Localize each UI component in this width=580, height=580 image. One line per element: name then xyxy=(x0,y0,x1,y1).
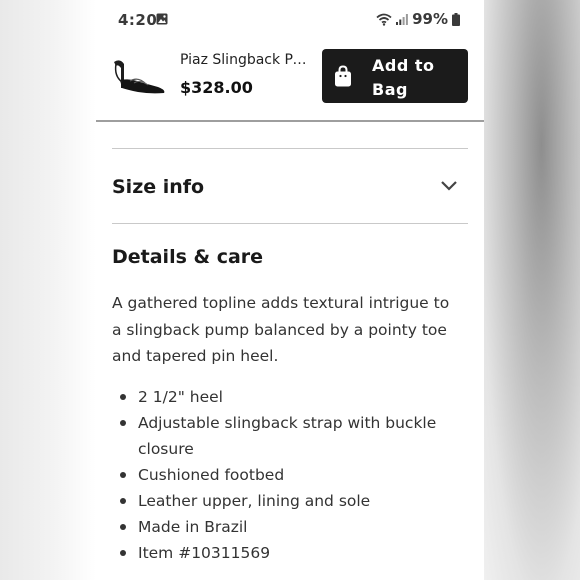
list-item: Leather upper, lining and sole xyxy=(120,488,458,514)
image-icon xyxy=(156,13,168,25)
details-care-heading: Details & care xyxy=(112,246,264,268)
divider xyxy=(112,223,468,224)
wifi-icon xyxy=(376,13,392,26)
product-name: Piaz Slingback Poi... xyxy=(180,52,310,68)
sticky-product-header: Piaz Slingback Poi... $328.00 Add to Bag xyxy=(96,40,484,122)
list-item: Adjustable slingback strap with buckle c… xyxy=(120,410,458,462)
details-description: A gathered topline adds textural intrigu… xyxy=(112,294,450,365)
battery-icon xyxy=(452,12,460,26)
signal-icon xyxy=(396,14,408,25)
list-item: Made in Brazil xyxy=(120,514,458,540)
product-price: $328.00 xyxy=(180,78,253,97)
background-left xyxy=(0,0,96,580)
background-right xyxy=(484,0,580,580)
battery-percent: 99% xyxy=(412,10,448,28)
list-item: Cushioned footbed xyxy=(120,462,458,488)
details-bullet-list: 2 1/2" heel Adjustable slingback strap w… xyxy=(120,384,458,566)
list-item: 2 1/2" heel xyxy=(120,384,458,410)
status-time: 4:20 xyxy=(118,11,158,29)
divider xyxy=(112,148,468,149)
shopping-bag-icon xyxy=(335,65,351,87)
add-to-bag-label: Add to Bag xyxy=(372,56,435,99)
add-to-bag-button[interactable]: Add to Bag xyxy=(322,49,468,103)
list-item: Item #10311569 xyxy=(120,540,458,566)
chevron-down-icon[interactable] xyxy=(440,178,458,192)
status-bar: 4:20 99% xyxy=(96,0,484,40)
phone-screen: 4:20 99% Piaz Slingback Poi... $328.00 A… xyxy=(96,0,484,580)
size-info-heading[interactable]: Size info xyxy=(112,176,204,198)
status-indicators: 99% xyxy=(376,10,460,28)
product-thumbnail[interactable] xyxy=(110,54,168,96)
